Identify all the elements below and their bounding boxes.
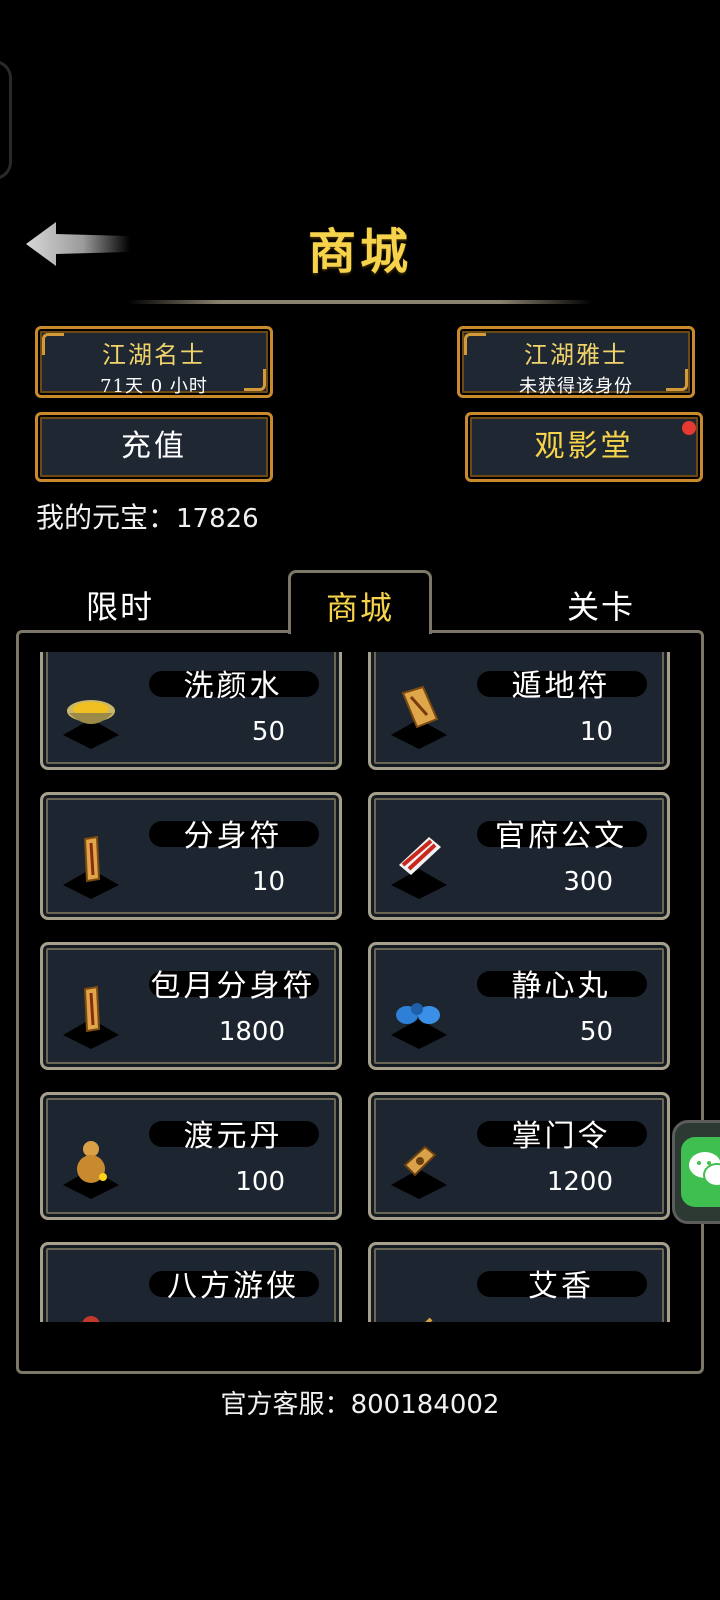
bowl-icon <box>61 685 133 753</box>
service-number: 800184002 <box>350 1390 500 1420</box>
shop-tabs: 限时 商城 关卡 <box>0 570 720 634</box>
item-price: 10 <box>251 867 285 897</box>
chat-icon <box>689 1152 720 1187</box>
item-price: 1800 <box>218 1017 285 1047</box>
customer-service: 官方客服：800184002 <box>0 1384 720 1421</box>
item-name: 掌门令 <box>511 1119 611 1154</box>
title-divider <box>128 300 592 304</box>
service-label: 官方客服： <box>220 1390 351 1420</box>
item-name: 八方游侠 <box>167 1269 299 1304</box>
item-price: 100 <box>235 1167 285 1197</box>
incense-icon <box>389 1285 461 1322</box>
rank-name: 江湖名士 <box>102 341 206 369</box>
token-icon <box>389 1135 461 1203</box>
talisman-icon <box>389 685 461 753</box>
shop-item[interactable]: 官府公文 300 <box>368 792 670 920</box>
page-title: 商城 <box>307 224 412 280</box>
item-price: 50 <box>579 1017 613 1047</box>
shop-item[interactable]: 静心丸 50 <box>368 942 670 1070</box>
item-name: 包月分身符 <box>150 969 316 1004</box>
rank-card-yashi[interactable]: 江湖雅士 未获得该身份 <box>457 326 695 398</box>
rank-name: 江湖雅士 <box>524 341 628 369</box>
item-name: 渡元丹 <box>183 1119 283 1154</box>
item-price: 10 <box>579 717 613 747</box>
item-price: 300 <box>563 867 613 897</box>
item-price: 50 <box>251 717 285 747</box>
recharge-button[interactable]: 充值 <box>35 412 273 482</box>
item-grid[interactable]: 洗颜水 50 遁地符 10 分身符 10 官府公文 300 包月分身符 1800 <box>36 652 686 1322</box>
tab-stage[interactable]: 关卡 <box>567 582 635 628</box>
item-name: 艾香 <box>528 1269 594 1304</box>
tab-limited[interactable]: 限时 <box>86 582 154 628</box>
theater-label: 观影堂 <box>534 429 634 464</box>
item-name: 官府公文 <box>495 819 627 854</box>
floating-chat-button[interactable] <box>672 1120 720 1224</box>
shop-item[interactable]: 洗颜水 50 <box>40 652 342 770</box>
rank-card-mingshi[interactable]: 江湖名士 71天 0 小时 <box>35 326 273 398</box>
ingot-balance: 我的元宝：17826 <box>36 496 259 536</box>
shop-item[interactable]: 艾香 <box>368 1242 670 1322</box>
ingot-label: 我的元宝： <box>36 501 177 534</box>
talisman-icon <box>61 985 133 1053</box>
document-icon <box>389 835 461 903</box>
shop-item[interactable]: 包月分身符 1800 <box>40 942 342 1070</box>
hero-icon <box>61 1285 133 1322</box>
notification-dot <box>682 421 696 435</box>
rank-status: 71天 0 小时 <box>100 376 208 397</box>
ingot-amount: 17826 <box>176 504 259 534</box>
gourd-icon <box>61 1135 133 1203</box>
item-name: 洗颜水 <box>183 669 283 704</box>
tab-shop[interactable]: 商城 <box>288 570 432 634</box>
side-frame <box>0 60 12 180</box>
theater-button[interactable]: 观影堂 <box>465 412 703 482</box>
shop-item[interactable]: 渡元丹 100 <box>40 1092 342 1220</box>
rank-status: 未获得该身份 <box>519 376 633 397</box>
item-name: 遁地符 <box>511 669 611 704</box>
shop-item[interactable]: 掌门令 1200 <box>368 1092 670 1220</box>
item-name: 分身符 <box>183 819 283 854</box>
item-price: 1200 <box>546 1167 613 1197</box>
talisman-icon <box>61 835 133 903</box>
shop-item[interactable]: 遁地符 10 <box>368 652 670 770</box>
pill-icon <box>389 985 461 1053</box>
item-name: 静心丸 <box>511 969 611 1004</box>
shop-item[interactable]: 八方游侠 <box>40 1242 342 1322</box>
shop-item[interactable]: 分身符 10 <box>40 792 342 920</box>
